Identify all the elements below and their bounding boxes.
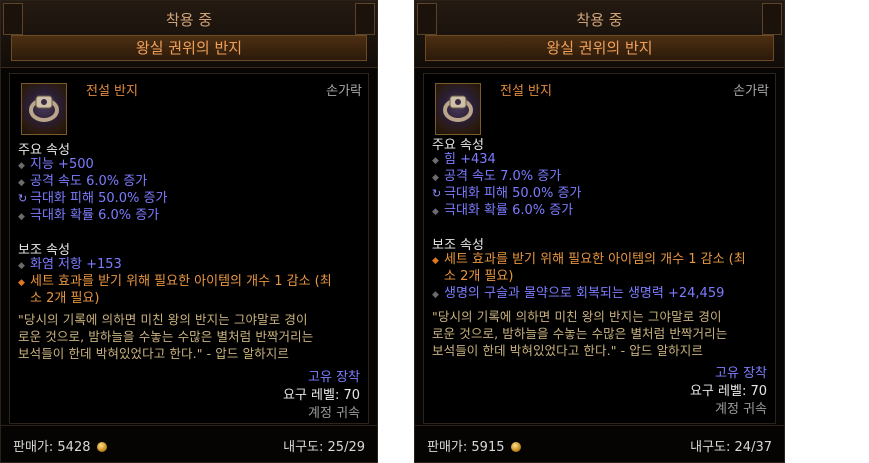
diamond-bullet-icon: ◆ (432, 256, 439, 266)
flavor-text-line: "당시의 기록에 의하면 미친 왕의 반지는 그야말로 경이 (18, 312, 308, 327)
tooltip-footer: 판매가: 5915 내구도: 24/37 (415, 425, 784, 462)
stat-line: ↻ 극대화 피해 50.0% 증가 (432, 186, 582, 201)
equipped-label: 착용 중 (576, 11, 623, 29)
account-bound-label: 계정 귀속 (715, 402, 767, 417)
durability: 내구도: 24/37 (690, 440, 772, 455)
flavor-text-line: "당시의 기록에 의하면 미친 왕의 반지는 그야말로 경이 (432, 309, 722, 324)
item-type: 전설 반지 (86, 84, 138, 99)
stat-line: ↻ 극대화 피해 50.0% 증가 (18, 191, 168, 206)
reroll-swirl-icon: ↻ (432, 187, 442, 200)
gold-coin-icon (96, 442, 107, 452)
diamond-bullet-icon: ◆ (18, 278, 25, 288)
required-level: 요구 레벨: 70 (282, 388, 360, 403)
item-tooltip-right: 착용 중 왕실 권위의 반지 전설 반지 손가락 주요 속성 ◆ 힘 +434 ◆… (414, 0, 785, 463)
sell-price: 판매가: 5428 (13, 436, 107, 455)
stat-line: ◆ 극대화 확률 6.0% 증가 (432, 202, 573, 221)
gold-coin-icon (510, 442, 521, 452)
tooltip-body: 전설 반지 손가락 주요 속성 ◆ 지능 +500 ◆ 공격 속도 6.0% 증가 … (9, 73, 369, 424)
stat-line: ◆ 극대화 확률 6.0% 증가 (18, 207, 159, 226)
flavor-text-line: 보석들이 한데 박혀있었다고 한다." - 압드 알하지르 (432, 343, 703, 358)
stat-line: ◆ 생명의 구슬과 물약으로 회복되는 생명력 +24,459 (432, 285, 724, 304)
unique-equipped-label: 고유 장착 (308, 370, 360, 385)
diamond-bullet-icon: ◆ (432, 207, 439, 217)
unique-equipped-label: 고유 장착 (715, 366, 767, 381)
set-bonus-line-cont: 소 2개 필요) (444, 269, 514, 284)
flavor-text-line: 로운 것으로, 밤하늘을 수놓는 수많은 별처럼 반짝거리는 (432, 326, 728, 341)
tooltip-header: 착용 중 왕실 권위의 반지 (415, 1, 784, 68)
item-type: 전설 반지 (500, 84, 552, 99)
tooltip-body: 전설 반지 손가락 주요 속성 ◆ 힘 +434 ◆ 공격 속도 7.0% 증가 ↻… (423, 73, 776, 424)
flavor-text-line: 로운 것으로, 밤하늘을 수놓는 수많은 별처럼 반짝거리는 (18, 329, 314, 344)
sell-price: 판매가: 5915 (427, 436, 521, 455)
item-slot: 손가락 (326, 84, 362, 99)
ring-item-icon (21, 83, 67, 135)
diamond-bullet-icon: ◆ (18, 212, 25, 222)
tooltip-header: 착용 중 왕실 권위의 반지 (1, 1, 377, 68)
item-name: 왕실 권위의 반지 (11, 35, 367, 61)
tooltip-footer: 판매가: 5428 내구도: 25/29 (1, 425, 377, 462)
set-bonus-line-cont: 소 2개 필요) (30, 291, 100, 306)
item-slot: 손가락 (733, 84, 769, 99)
account-bound-label: 계정 귀속 (308, 406, 360, 421)
ring-item-icon (435, 83, 481, 135)
equipped-label: 착용 중 (165, 11, 213, 29)
reroll-swirl-icon: ↻ (18, 192, 28, 205)
durability: 내구도: 25/29 (283, 440, 365, 455)
diamond-bullet-icon: ◆ (432, 290, 439, 300)
item-tooltip-left: 착용 중 왕실 권위의 반지 전설 반지 손가락 주요 속성 ◆ 지능 +500 … (0, 0, 378, 463)
item-name: 왕실 권위의 반지 (425, 35, 774, 61)
flavor-text-line: 보석들이 한데 박혀있었다고 한다." - 압드 알하지르 (18, 346, 289, 361)
required-level: 요구 레벨: 70 (689, 384, 767, 399)
